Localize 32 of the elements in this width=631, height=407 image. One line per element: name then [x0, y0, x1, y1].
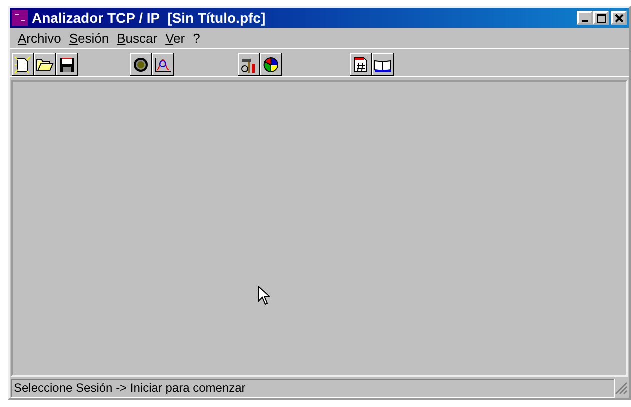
close-icon: [614, 14, 624, 22]
minimize-button[interactable]: [577, 11, 593, 25]
toolbar-button[interactable]: [34, 53, 56, 76]
resize-grip-icon: [615, 382, 628, 394]
folder-icon: [36, 56, 54, 72]
close-button[interactable]: [611, 11, 627, 25]
toolbar-button[interactable]: [372, 53, 394, 76]
window-title: Analizador TCP / IP [Sin Título.pfc]: [32, 10, 267, 26]
toolbar-button[interactable]: [260, 53, 282, 76]
menu-item[interactable]: ?: [189, 30, 204, 46]
record-icon: [133, 56, 149, 72]
line-chart-icon: [154, 56, 172, 72]
menu-item[interactable]: Buscar: [113, 30, 162, 46]
hash-document-icon: [354, 56, 368, 72]
maximize-button[interactable]: [593, 11, 609, 25]
new-file-icon: [14, 56, 32, 74]
app-icon: [12, 10, 28, 26]
toolbar-button[interactable]: [350, 53, 372, 76]
menu-item[interactable]: Archivo: [14, 30, 66, 46]
open-book-icon: [374, 58, 392, 72]
maximize-icon: [596, 14, 606, 22]
status-text: Seleccione Sesión -> Iniciar para comenzar: [11, 378, 615, 398]
toolbar-button[interactable]: [152, 53, 174, 76]
cursor-icon: [258, 286, 270, 305]
toolbar-button[interactable]: [130, 53, 152, 76]
toolbar-button[interactable]: [12, 53, 34, 76]
pie-chart-icon: [262, 56, 280, 74]
menu-item[interactable]: Ver: [162, 30, 190, 46]
menu-item[interactable]: Sesión: [65, 30, 114, 46]
minimize-icon: [582, 20, 588, 22]
toolbar-button[interactable]: [56, 53, 78, 76]
toolbar-button[interactable]: [238, 53, 260, 76]
